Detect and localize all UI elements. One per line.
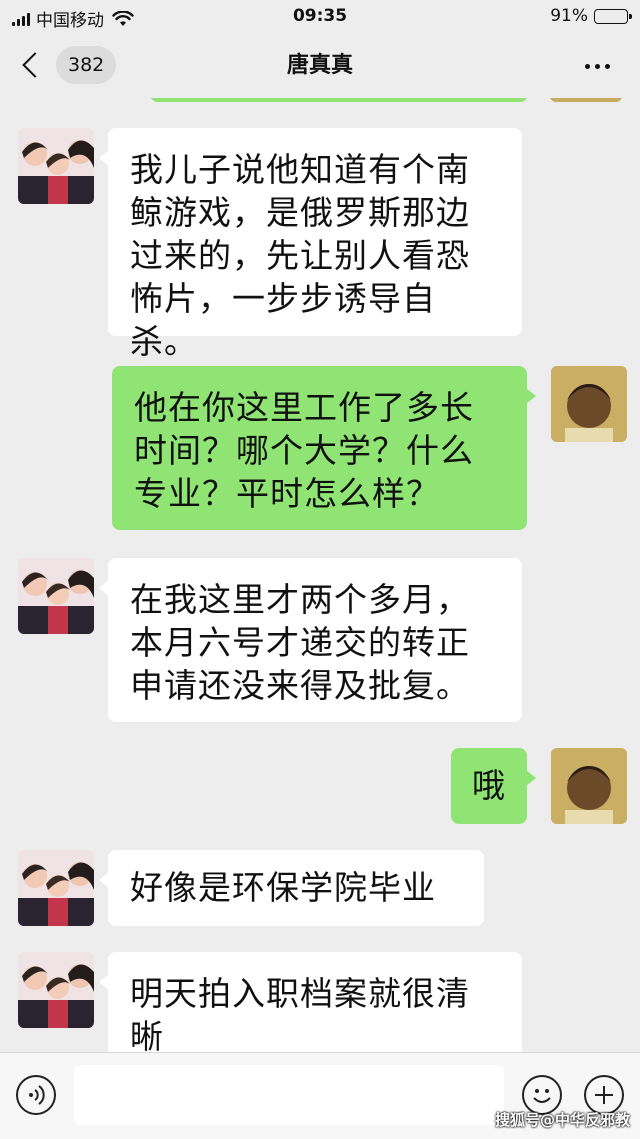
family-photo-icon bbox=[18, 850, 94, 926]
message-row: 我儿子说他知道有个南鲸游戏，是俄罗斯那边过来的，先让别人看恐怖片，一步步诱导自杀… bbox=[0, 98, 640, 361]
message-text: 我儿子说他知道有个南鲸游戏，是俄罗斯那边过来的，先让别人看恐怖片，一步步诱导自杀… bbox=[130, 150, 470, 361]
family-photo-icon bbox=[18, 128, 94, 204]
message-text: 他在你这里工作了多长时间？哪个大学？什么专业？平时怎么样？ bbox=[134, 388, 474, 513]
family-photo-icon bbox=[18, 952, 94, 1028]
message-text: 哦 bbox=[472, 766, 506, 805]
message-row: 在我这里才两个多月，本月六号才递交的转正申请还没来得及批复。 bbox=[0, 558, 640, 728]
chat-header: 382 唐真真 bbox=[0, 34, 640, 98]
message-bubble-incoming[interactable]: 我儿子说他知道有个南鲸游戏，是俄罗斯那边过来的，先让别人看恐怖片，一步步诱导自杀… bbox=[99, 128, 522, 361]
message-row: 他在你这里工作了多长时间？哪个大学？什么专业？平时怎么样？ bbox=[0, 366, 640, 536]
message-row: 好像是环保学院毕业 bbox=[0, 850, 640, 930]
message-bubble-incoming[interactable]: 明天拍入职档案就很清晰 bbox=[99, 952, 522, 1052]
contact-avatar[interactable] bbox=[18, 850, 94, 926]
message-list[interactable]: 我儿子说他知道有个南鲸游戏，是俄罗斯那边过来的，先让别人看恐怖片，一步步诱导自杀… bbox=[0, 98, 640, 1052]
back-arrow-icon[interactable] bbox=[18, 52, 46, 80]
my-avatar[interactable] bbox=[551, 366, 627, 442]
status-bar-right: 91% bbox=[550, 6, 632, 26]
battery-icon bbox=[594, 8, 632, 24]
contact-avatar[interactable] bbox=[18, 128, 94, 204]
message-text: 在我这里才两个多月，本月六号才递交的转正申请还没来得及批复。 bbox=[130, 580, 470, 705]
clock: 09:35 bbox=[292, 6, 348, 26]
voice-input-icon[interactable] bbox=[16, 1075, 56, 1115]
contact-avatar[interactable] bbox=[18, 558, 94, 634]
more-options-icon[interactable] bbox=[585, 54, 610, 78]
family-photo-icon bbox=[18, 558, 94, 634]
unread-count-badge[interactable]: 382 bbox=[56, 46, 117, 84]
input-bar: 搜狐号@中华反邪教 bbox=[0, 1052, 640, 1139]
status-bar: 中国移动 09:35 91% bbox=[0, 0, 640, 34]
message-bubble-incoming[interactable]: 在我这里才两个多月，本月六号才递交的转正申请还没来得及批复。 bbox=[99, 558, 522, 722]
message-input[interactable] bbox=[74, 1065, 504, 1125]
message-bubble-outgoing[interactable]: 哦 bbox=[451, 748, 536, 824]
battery-percent: 91% bbox=[550, 6, 588, 26]
message-row: 明天拍入职档案就很清晰 bbox=[0, 952, 640, 1052]
message-text: 明天拍入职档案就很清晰 bbox=[130, 974, 470, 1052]
boy-photo-icon bbox=[551, 748, 627, 824]
message-text: 好像是环保学院毕业 bbox=[130, 868, 436, 907]
watermark: 搜狐号@中华反邪教 bbox=[494, 1111, 630, 1129]
message-bubble-incoming[interactable]: 好像是环保学院毕业 bbox=[99, 850, 484, 926]
contact-avatar[interactable] bbox=[18, 952, 94, 1028]
my-avatar[interactable] bbox=[551, 748, 627, 824]
message-row: 哦 bbox=[0, 748, 640, 828]
message-bubble-outgoing[interactable]: 他在你这里工作了多长时间？哪个大学？什么专业？平时怎么样？ bbox=[112, 366, 536, 530]
boy-photo-icon bbox=[551, 366, 627, 442]
